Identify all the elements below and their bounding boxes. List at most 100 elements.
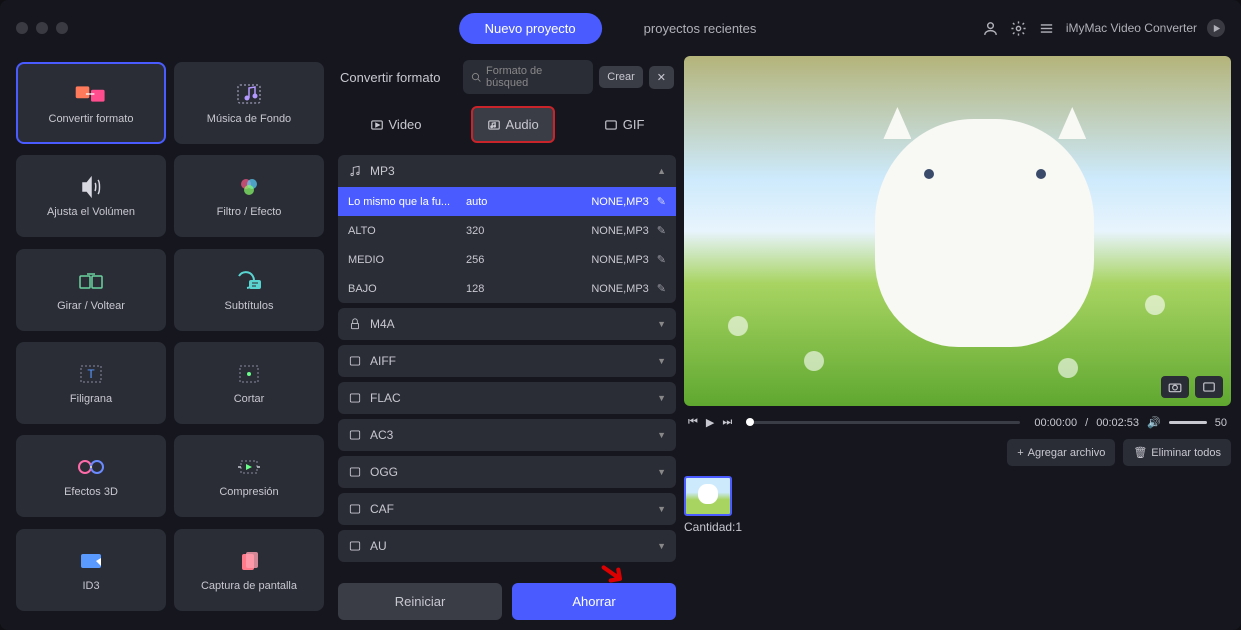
settings-icon[interactable] (1010, 19, 1028, 37)
format-panel-header: Convertir formato Formato de búsqued Cre… (338, 56, 676, 98)
tool-label: Convertir formato (49, 113, 134, 125)
tab-label: GIF (623, 117, 645, 132)
app-window: Nuevo proyecto proyectos recientes iMyMa… (0, 0, 1241, 630)
format-flac[interactable]: FLAC▼ (338, 382, 676, 414)
format-au[interactable]: AU▼ (338, 530, 676, 562)
tab-gif[interactable]: GIF (590, 108, 659, 141)
format-name: AC3 (370, 428, 393, 442)
format-list: MP3 ▲ Lo mismo que la fu... auto NONE,MP… (338, 155, 676, 569)
reset-button[interactable]: Reiniciar (338, 583, 502, 620)
tool-3d-effects[interactable]: Efectos 3D (16, 435, 166, 517)
close-window-icon[interactable] (16, 22, 28, 34)
top-tabs: Nuevo proyecto proyectos recientes (459, 13, 783, 44)
video-preview[interactable] (684, 56, 1231, 406)
tab-video[interactable]: Video (356, 108, 436, 141)
progress-bar[interactable] (746, 421, 1020, 424)
volume-value: 50 (1215, 417, 1227, 429)
preset-row[interactable]: Lo mismo que la fu... auto NONE,MP3 ✎ (338, 187, 676, 216)
gif-icon (604, 118, 618, 132)
recent-projects-tab[interactable]: proyectos recientes (618, 13, 783, 44)
chevron-down-icon: ▼ (657, 356, 666, 366)
tool-id3[interactable]: ID3 (16, 529, 166, 611)
add-file-button[interactable]: +Agregar archivo (1007, 439, 1115, 466)
tool-filter-effect[interactable]: Filtro / Efecto (174, 155, 324, 237)
preview-column: ⏮ ▶ ⏭ 00:00:00 / 00:02:53 🔊 50 +Agregar … (684, 56, 1231, 620)
chevron-down-icon: ▼ (657, 504, 666, 514)
edit-preset-icon[interactable]: ✎ (657, 253, 666, 266)
next-button[interactable]: ⏭ (722, 416, 732, 429)
plus-icon: + (1017, 447, 1023, 459)
new-project-tab[interactable]: Nuevo proyecto (459, 13, 602, 44)
app-title: iMyMac Video Converter (1066, 21, 1197, 35)
chevron-down-icon: ▼ (657, 430, 666, 440)
tool-crop[interactable]: Cortar (174, 342, 324, 424)
edit-preset-icon[interactable]: ✎ (657, 224, 666, 237)
snapshot-button[interactable] (1161, 376, 1189, 398)
tool-subtitles[interactable]: Subtítulos (174, 249, 324, 331)
fullscreen-button[interactable] (1195, 376, 1223, 398)
format-aiff[interactable]: AIFF ▼ (338, 345, 676, 377)
format-name: FLAC (370, 391, 401, 405)
tab-audio[interactable]: Audio (471, 106, 555, 143)
format-ogg[interactable]: OGG▼ (338, 456, 676, 488)
audio-file-icon (348, 428, 362, 442)
id3-icon (74, 548, 108, 574)
preset-bitrate: 320 (466, 225, 516, 237)
camera-icon (1168, 381, 1182, 393)
format-name: AIFF (370, 354, 396, 368)
preset-row[interactable]: BAJO 128 NONE,MP3 ✎ (338, 274, 676, 303)
screenshot-icon (232, 548, 266, 574)
remove-all-button[interactable]: 🗑Eliminar todos (1123, 439, 1231, 466)
audio-file-icon (348, 539, 362, 553)
format-caf[interactable]: CAF▼ (338, 493, 676, 525)
play-badge-icon[interactable] (1207, 19, 1225, 37)
tool-label: ID3 (82, 580, 99, 592)
save-button[interactable]: Ahorrar (512, 583, 676, 620)
tool-background-music[interactable]: Música de Fondo (174, 62, 324, 144)
search-placeholder: Formato de búsqued (486, 65, 585, 89)
volume-icon (74, 174, 108, 200)
menu-icon[interactable] (1038, 19, 1056, 37)
volume-icon[interactable]: 🔊 (1147, 416, 1161, 429)
preset-row[interactable]: ALTO 320 NONE,MP3 ✎ (338, 216, 676, 245)
preset-row[interactable]: MEDIO 256 NONE,MP3 ✎ (338, 245, 676, 274)
chevron-down-icon: ▼ (657, 319, 666, 329)
format-ac3[interactable]: AC3 ▼ (338, 419, 676, 451)
panel-actions: ➜ Reiniciar Ahorrar (338, 583, 676, 620)
tool-adjust-volume[interactable]: Ajusta el Volúmen (16, 155, 166, 237)
format-m4a[interactable]: M4A▼ (338, 308, 676, 340)
user-icon[interactable] (982, 19, 1000, 37)
volume-slider[interactable] (1169, 421, 1207, 424)
format-mp3-header[interactable]: MP3 ▲ (338, 155, 676, 187)
tool-convert-format[interactable]: Convertir formato (16, 62, 166, 144)
audio-file-icon (348, 465, 362, 479)
tool-compression[interactable]: Compresión (174, 435, 324, 517)
close-panel-button[interactable]: ✕ (649, 66, 674, 89)
create-button[interactable]: Crear (599, 66, 643, 88)
tool-watermark[interactable]: T Filigrana (16, 342, 166, 424)
preview-actions (1161, 376, 1223, 398)
edit-preset-icon[interactable]: ✎ (657, 195, 666, 208)
minimize-window-icon[interactable] (36, 22, 48, 34)
file-thumbnail[interactable] (684, 476, 732, 516)
tool-rotate-flip[interactable]: Girar / Voltear (16, 249, 166, 331)
header-right: iMyMac Video Converter (982, 19, 1225, 37)
chevron-down-icon: ▼ (657, 541, 666, 551)
time-total: 00:02:53 (1096, 417, 1139, 429)
tool-label: Girar / Voltear (57, 300, 125, 312)
time-sep: / (1085, 417, 1088, 429)
edit-preset-icon[interactable]: ✎ (657, 282, 666, 295)
tool-label: Captura de pantalla (201, 580, 297, 592)
audio-file-icon (348, 354, 362, 368)
window-controls (16, 22, 68, 34)
prev-button[interactable]: ⏮ (688, 416, 698, 429)
play-button[interactable]: ▶ (706, 416, 714, 429)
tool-screenshot[interactable]: Captura de pantalla (174, 529, 324, 611)
preset-codec: NONE,MP3 (516, 196, 649, 208)
crop-icon (232, 361, 266, 387)
audio-file-icon (348, 391, 362, 405)
format-search[interactable]: Formato de búsqued (463, 60, 593, 94)
tab-label: Video (389, 117, 422, 132)
tool-label: Filigrana (70, 393, 112, 405)
maximize-window-icon[interactable] (56, 22, 68, 34)
